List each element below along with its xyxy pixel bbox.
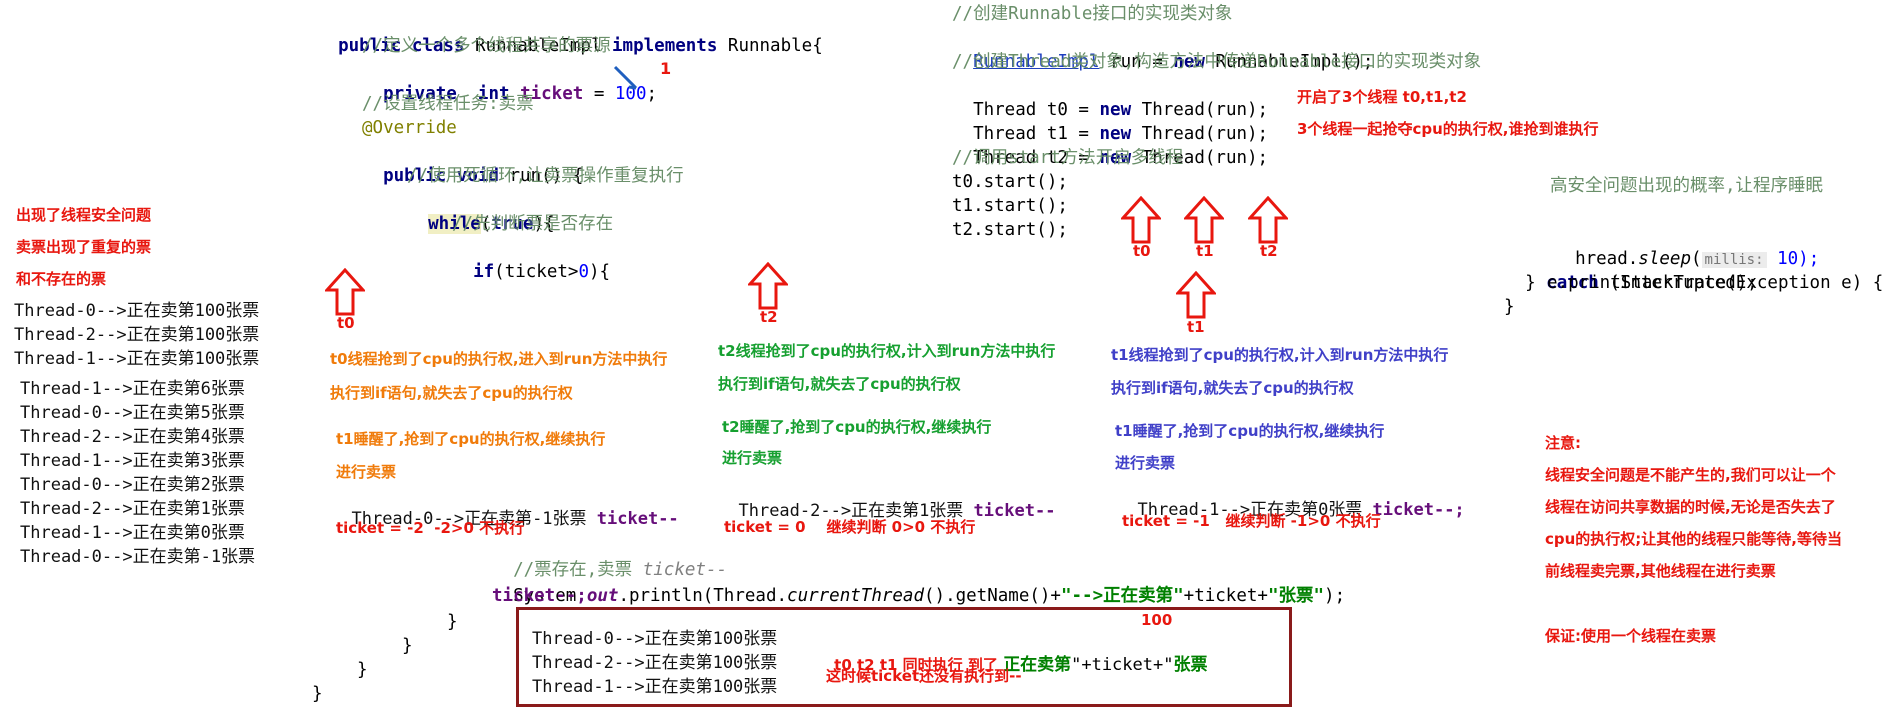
code-comment: //创建Runnable接口的实现类对象 [952,4,1233,24]
t0-note-b: 执行到if语句,就失去了cpu的执行权 [330,384,573,402]
string-literal: "张票" [1267,586,1325,606]
code-comment: //使用死循环,让卖票操作重复执行 [407,166,684,186]
arrow-label-t0: t0 [337,314,355,332]
output-ticket: ticket-- [973,501,1056,521]
box-desc2: 这时候ticket还没有执行到-- [826,667,1022,685]
start-label-t1: t1 [1196,242,1214,260]
operator: = [583,84,615,104]
output-line: Thread-0-->正在卖第-1张票 [20,547,256,567]
up-arrow-icon [1248,196,1288,244]
code-comment: //创建Thread类对象,构造方法中传递Runnable接口的实现类对象 [952,52,1482,72]
code-line-println: System.out.println(Thread.currentThread(… [492,560,1345,608]
output-ticket: ticket--; [1372,500,1465,520]
box-desc-string: 张票 [1173,655,1208,675]
box-output-line: Thread-2-->正在卖第100张票 [532,653,778,673]
box-output-line: Thread-1-->正在卖第100张票 [532,677,778,697]
code-line-stacktrace: e.printStackTrace(); [1547,273,1758,293]
box-number: 100 [1141,611,1173,629]
output-ticket: ticket-- [596,509,679,529]
arrow-label-t2: t2 [760,308,778,326]
output-line: Thread-0-->正在卖第100张票 [14,301,260,321]
code-comment: //调用start方法开启多线程 [952,148,1184,168]
t1-note-d: 进行卖票 [1115,454,1176,472]
note-p3: cpu的执行权;让其他的线程只能等待,等待当 [1545,530,1843,548]
pen-mark [613,65,638,90]
output-line: Thread-2-->正在卖第4张票 [20,427,245,447]
semicolon: ; [646,84,658,104]
t1-note-e: ticket = -1 继续判断 -1>0 不执行 [1122,512,1381,530]
output-line: Thread-1-->正在卖第100张票 [14,349,260,369]
t0-note-d: 进行卖票 [336,463,397,481]
t0-note-a: t0线程抢到了cpu的执行权,进入到run方法中执行 [330,350,668,368]
brace: } [357,660,368,680]
t0-note-c: t1睡醒了,抢到了cpu的执行权,继续执行 [336,430,606,448]
note-safety-issue: 出现了线程安全问题 [16,206,152,224]
start-label-t2: t2 [1260,242,1278,260]
code-line-if: if(ticket>0){ [452,236,610,284]
t2-note-d: 进行卖票 [722,449,783,467]
interface-name: Runnable{ [717,36,823,56]
brace: ){ [589,262,611,282]
note-nonexistent: 和不存在的票 [16,270,107,288]
output-line: Thread-0-->正在卖第5张票 [20,403,245,423]
note-p4: 前线程卖完票,其他线程在进行卖票 [1545,562,1776,580]
output-line: Thread-1-->正在卖第3张票 [20,451,245,471]
t1-note-c: t1睡醒了,抢到了cpu的执行权,继续执行 [1115,422,1385,440]
condition: (ticket> [494,262,579,282]
note-p5: 保证:使用一个线程在卖票 [1545,627,1716,645]
code-comment: //定义一个多个线程共享的票源 [362,36,611,56]
output-line: Thread-1-->正在卖第0张票 [20,523,245,543]
note-title: 注意: [1545,434,1581,452]
brace: } [1525,273,1547,293]
arrow-label-t1: t1 [1187,318,1205,336]
annotation: @Override [362,118,457,138]
code-line-start-t2: t2.start(); [952,220,1068,240]
up-arrow-icon [325,268,365,316]
brace: } [1504,297,1515,317]
output-line: Thread-1-->正在卖第6张票 [20,379,245,399]
t2-note-b: 执行到if语句,就失去了cpu的执行权 [718,375,961,393]
t2-note-a: t2线程抢到了cpu的执行权,计入到run方法中执行 [718,342,1056,360]
start-label-t0: t0 [1133,242,1151,260]
code-comment: //先判断票是否存在 [452,214,614,234]
note-compete: 3个线程一起抢夺cpu的执行权,谁抢到谁执行 [1297,120,1599,138]
note-p1: 线程安全问题是不能产生的,我们可以让一个 [1545,466,1836,484]
code-line-decrement: ticket--; [492,586,587,606]
string-literal: "-->正在卖第" [1060,586,1184,606]
number-literal: 0 [578,262,589,282]
keyword: if [473,262,495,282]
up-arrow-icon [1184,196,1224,244]
marker-one: 1 [660,59,672,78]
code-text: .println(Thread. [618,586,788,606]
code-line-start-t0: t0.start(); [952,172,1068,192]
t0-note-e: ticket = -2 -2>0 不执行 [336,519,525,537]
brace: } [402,636,413,656]
field-name: out [586,586,619,606]
code-text: ().getName()+ [924,586,1061,606]
box-desc-code: "+ticket+" [1071,655,1174,675]
t2-note-c: t2睡醒了,抢到了cpu的执行权,继续执行 [722,418,992,436]
box-output-line: Thread-0-->正在卖第100张票 [532,629,778,649]
output-line: Thread-2-->正在卖第100张票 [14,325,260,345]
up-arrow-icon [748,262,788,310]
output-line: Thread-0-->正在卖第2张票 [20,475,245,495]
t1-note-b: 执行到if语句,就失去了cpu的执行权 [1111,379,1354,397]
code-line-start-t1: t1.start(); [952,196,1068,216]
note-p2: 线程在访问共享数据的时候,无论是否失去了 [1545,498,1836,516]
note-three-threads: 开启了3个线程 t0,t1,t2 [1297,88,1467,106]
code-text: ); [1324,586,1346,606]
code-comment: 高安全问题出现的概率,让程序睡眠 [1550,176,1824,196]
note-duplicate: 卖票出现了重复的票 [16,238,152,256]
keyword: implements [612,36,718,56]
up-arrow-icon [1121,196,1161,244]
brace: } [447,612,458,632]
code-comment: //设置线程任务:卖票 [362,94,534,114]
code-text: +ticket+ [1183,586,1268,606]
output-line: Thread-2-->正在卖第1张票 [20,499,245,519]
t2-note-e: ticket = 0 继续判断 0>0 不执行 [724,518,976,536]
brace: } [312,684,323,704]
method-name: currentThread [787,586,924,606]
up-arrow-icon [1176,271,1216,319]
t1-note-a: t1线程抢到了cpu的执行权,计入到run方法中执行 [1111,346,1449,364]
